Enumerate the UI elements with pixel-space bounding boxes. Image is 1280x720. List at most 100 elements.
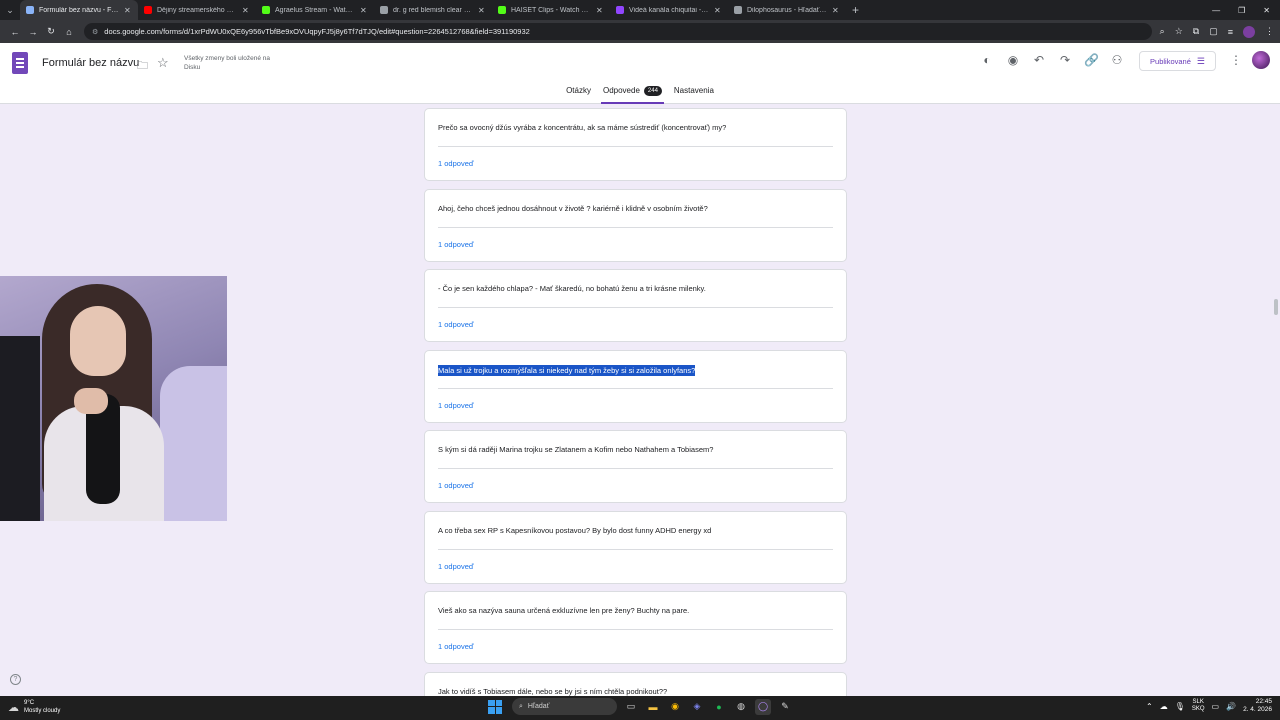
streaming-app-icon[interactable]: ◯ [755, 698, 771, 715]
tab-responses[interactable]: Odpovede 244 [597, 82, 668, 104]
tab-questions[interactable]: Otázky [560, 82, 597, 104]
webcam-person-face [70, 306, 126, 376]
tab-share-icon[interactable]: ▢ [1209, 26, 1218, 37]
response-text: Ahoj, čeho chceš jednou dosáhnout v živo… [438, 203, 708, 213]
response-card: Prečo sa ovocný džús vyrába z koncentrát… [424, 108, 847, 181]
undo-icon[interactable]: ↶ [1032, 53, 1046, 67]
response-card: Ahoj, čeho chceš jednou dosáhnout v živo… [424, 188, 847, 262]
response-card: Mala si už trojku a rozmýšľala si nieked… [424, 349, 847, 423]
form-title[interactable]: Formulár bez názvu [42, 57, 139, 69]
url-text: docs.google.com/forms/d/1xrPdWU0xQE6y956… [104, 27, 530, 36]
tab-settings[interactable]: Nastavenia [668, 82, 720, 104]
tab-close-icon[interactable]: ✕ [596, 6, 604, 15]
help-icon[interactable]: ? [10, 674, 21, 685]
response-card: - Čo je sen každého chlapa? - Mať škared… [424, 269, 847, 342]
account-avatar[interactable] [1252, 51, 1270, 69]
browser-tab[interactable]: HAISET Clips - Watch Live on K ✕ [492, 0, 610, 20]
media-icon[interactable]: ≡ [1228, 27, 1233, 37]
tab-close-icon[interactable]: ✕ [478, 6, 486, 15]
tab-title: HAISET Clips - Watch Live on K [511, 6, 591, 14]
response-count-link[interactable]: 1 odpoveď [438, 562, 473, 571]
tab-search-icon[interactable]: ⌄ [0, 0, 20, 20]
scrollbar-thumb[interactable] [1274, 299, 1278, 315]
start-icon[interactable] [488, 699, 502, 714]
webcam-person-hand [74, 388, 108, 414]
star-icon[interactable]: ☆ [157, 55, 169, 71]
more-options-icon[interactable]: ⋮ [1230, 53, 1242, 67]
reload-icon[interactable]: ↻ [42, 26, 60, 37]
response-text: - Čo je sen každého chlapa? - Mať škared… [438, 284, 706, 293]
browser-menu-icon[interactable]: ⋮ [1265, 26, 1274, 37]
response-count-link[interactable]: 1 odpoveď [438, 642, 473, 651]
card-divider [438, 146, 833, 147]
card-divider [438, 548, 833, 550]
move-folder-icon[interactable]: 🗀 [137, 57, 148, 76]
tab-close-icon[interactable]: ✕ [242, 6, 250, 15]
tab-close-icon[interactable]: ✕ [360, 6, 368, 15]
browser-tab[interactable]: Dilophosaurus - Hľadať Googl ✕ [728, 0, 846, 20]
browser-tab[interactable]: Dějiny streamerského národa ✕ [138, 0, 256, 20]
preview-eye-icon[interactable]: ◉ [1006, 53, 1020, 67]
customize-theme-icon[interactable]: ◐ [980, 53, 994, 67]
response-text: Vieš ako sa nazýva sauna určená exkluzív… [438, 606, 690, 615]
cloud-icon: ☁ [8, 701, 19, 714]
profile-avatar[interactable] [1243, 25, 1255, 38]
task-view-icon[interactable]: ▭ [623, 699, 639, 715]
browser-tab[interactable]: dr. g red blemish clear soothin ✕ [374, 0, 492, 20]
home-icon[interactable]: ⌂ [60, 27, 78, 37]
response-text: Prečo sa ovocný džús vyrába z koncentrát… [438, 123, 727, 132]
network-icon[interactable]: ▭ [1212, 702, 1220, 711]
tab-title: Agraelus Stream - Watch Live o [275, 6, 355, 14]
webcam-overlay [0, 276, 227, 521]
maximize-icon[interactable]: ❐ [1238, 6, 1245, 15]
browser-tab[interactable]: Agraelus Stream - Watch Live o ✕ [256, 0, 374, 20]
zoom-icon[interactable]: ⌕ [1160, 26, 1165, 37]
minimize-icon[interactable]: — [1212, 6, 1220, 15]
site-info-icon[interactable]: ⚙ [92, 28, 98, 36]
file-explorer-icon[interactable]: ▬ [645, 699, 661, 715]
onedrive-icon[interactable]: ☁ [1160, 702, 1168, 711]
copy-link-icon[interactable]: 🔗 [1084, 53, 1099, 67]
volume-icon[interactable]: 🔊 [1226, 702, 1236, 711]
spotify-icon[interactable]: ● [711, 699, 727, 715]
tab-close-icon[interactable]: ✕ [714, 6, 722, 15]
browser-tab[interactable]: Videá kanála chiquitai - Twitch ✕ [610, 0, 728, 20]
extension-icon[interactable]: ⧉ [1193, 26, 1199, 37]
taskbar-search[interactable]: ⌕ Hľadať [512, 698, 617, 715]
search-icon: ⌕ [519, 702, 523, 710]
obs-icon[interactable]: ◍ [733, 699, 749, 715]
add-collaborator-icon[interactable]: ⚇ [1110, 53, 1124, 67]
window-controls: — ❐ ✕ [1212, 0, 1270, 20]
tab-close-icon[interactable]: ✕ [124, 6, 132, 15]
response-text: S kým si dá raději Marina trojku se Zlat… [438, 445, 714, 454]
chat-app-icon[interactable]: ◈ [689, 699, 705, 715]
tab-title: Videá kanála chiquitai - Twitch [629, 6, 709, 14]
tab-close-icon[interactable]: ✕ [832, 6, 840, 15]
response-count-link[interactable]: 1 odpoveď [438, 159, 473, 168]
back-icon[interactable]: ← [6, 27, 24, 37]
response-count-link[interactable]: 1 odpoveď [438, 481, 473, 490]
tab-favicon-icon [380, 6, 388, 14]
responses-count-badge: 244 [643, 86, 662, 96]
forms-logo-icon[interactable] [12, 52, 28, 74]
tab-title: Formulár bez názvu - Formulár [39, 6, 119, 14]
new-tab-icon[interactable]: + [852, 3, 859, 17]
bookmark-star-icon[interactable]: ☆ [1175, 26, 1183, 37]
language-indicator[interactable]: SLK SKQ [1192, 699, 1205, 713]
system-clock[interactable]: 22:45 2. 4. 2026 [1243, 698, 1272, 714]
close-window-icon[interactable]: ✕ [1263, 6, 1270, 15]
browser-tab[interactable]: Formulár bez názvu - Formulár ✕ [20, 0, 138, 20]
tray-chevron-icon[interactable]: ⌃ [1146, 702, 1153, 711]
weather-widget[interactable]: ☁ 9°C Mostly cloudy [8, 699, 60, 715]
forward-icon[interactable]: → [24, 27, 42, 37]
redo-icon[interactable]: ↷ [1058, 53, 1072, 67]
tab-favicon-icon [616, 6, 624, 14]
url-input[interactable]: ⚙ docs.google.com/forms/d/1xrPdWU0xQE6y9… [84, 23, 1152, 40]
response-count-link[interactable]: 1 odpoveď [438, 401, 473, 410]
microphone-icon[interactable]: 🎙 [1175, 702, 1185, 711]
notepad-icon[interactable]: ✎ [777, 699, 793, 715]
publish-button[interactable]: Publikované ☰ [1139, 51, 1216, 71]
response-count-link[interactable]: 1 odpoveď [438, 240, 473, 249]
response-count-link[interactable]: 1 odpoveď [438, 320, 473, 329]
chrome-icon[interactable]: ◉ [667, 699, 683, 715]
